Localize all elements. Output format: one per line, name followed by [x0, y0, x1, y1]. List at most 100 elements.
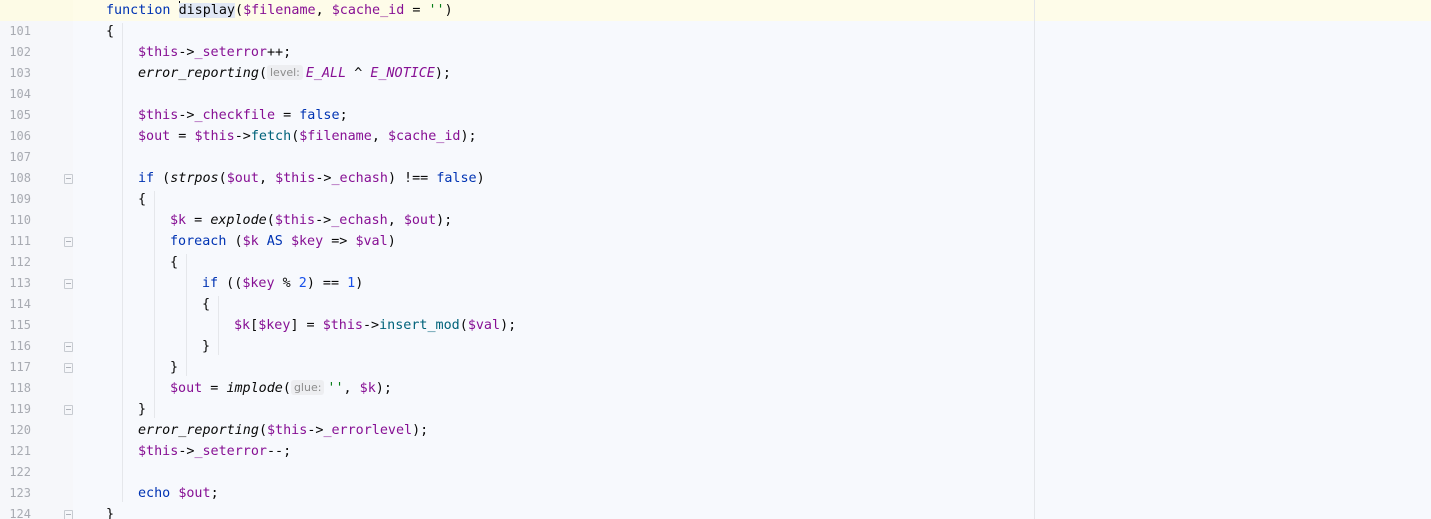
- code-line[interactable]: $out = $this->fetch($filename, $cache_id…: [138, 126, 477, 147]
- code-token: _errorlevel: [323, 423, 413, 438]
- code-line[interactable]: $this->_checkfile = false;: [138, 105, 348, 126]
- code-token: =: [202, 381, 227, 396]
- code-token: (: [258, 66, 267, 81]
- code-token: $this: [274, 213, 316, 228]
- code-token: error_reporting: [138, 423, 259, 438]
- line-number: 111: [9, 234, 31, 248]
- line-number: 108: [9, 171, 31, 185]
- code-token: $this: [138, 45, 179, 60]
- fold-marker-icon[interactable]: [64, 405, 73, 415]
- line-number: 106: [9, 129, 31, 143]
- code-token: $out: [170, 381, 203, 396]
- line-number-gutter[interactable]: 1001011021031041051061071081091101111121…: [0, 0, 73, 519]
- indent-guide: [186, 254, 187, 376]
- fold-marker-icon[interactable]: [64, 279, 73, 289]
- line-number: 112: [9, 255, 31, 269]
- code-token: ,: [258, 171, 276, 186]
- code-line[interactable]: function display($filename, $cache_id = …: [106, 0, 453, 21]
- line-number: 103: [9, 66, 31, 80]
- code-line[interactable]: $out = implode(glue: '', $k);: [170, 378, 392, 399]
- code-line[interactable]: $k[$key] = $this->insert_mod($val);: [234, 315, 516, 336]
- code-token: $k: [234, 318, 251, 333]
- code-token: }: [202, 339, 211, 354]
- code-token: =: [170, 129, 195, 144]
- code-token: _checkfile: [194, 108, 276, 123]
- code-token: ] =: [290, 318, 323, 333]
- code-token: 1: [347, 276, 356, 291]
- code-line[interactable]: {: [106, 21, 114, 42]
- code-token: explode: [210, 213, 267, 228]
- indent-guide: [122, 23, 123, 502]
- code-line[interactable]: {: [138, 189, 146, 210]
- code-line[interactable]: $k = explode($this->_echash, $out);: [170, 210, 452, 231]
- code-token: implode: [226, 381, 283, 396]
- code-token: _echash: [331, 213, 388, 228]
- code-token: (: [258, 423, 267, 438]
- code-token: =: [275, 108, 300, 123]
- code-token: );: [460, 129, 477, 144]
- code-line[interactable]: foreach ($k AS $key => $val): [170, 231, 396, 252]
- code-token: ) ==: [306, 276, 348, 291]
- fold-marker-icon[interactable]: [64, 510, 73, 519]
- code-token: $key: [258, 318, 291, 333]
- code-line[interactable]: error_reporting(level: E_ALL ^ E_NOTICE);: [138, 63, 451, 84]
- code-token: $k: [170, 213, 187, 228]
- code-token: $cache_id: [331, 3, 405, 18]
- code-token: if: [202, 276, 219, 291]
- code-token: (: [282, 381, 291, 396]
- code-line[interactable]: if (strpos($out, $this->_echash) !== fal…: [138, 168, 485, 189]
- code-token: ->: [178, 108, 195, 123]
- code-token: $filename: [299, 129, 372, 144]
- code-line[interactable]: {: [170, 252, 178, 273]
- code-token: echo: [138, 486, 171, 501]
- code-token: =: [404, 3, 429, 18]
- line-number: 124: [9, 507, 31, 519]
- code-token: {: [106, 24, 115, 39]
- code-token: (: [266, 213, 275, 228]
- fold-marker-icon[interactable]: [64, 174, 73, 184]
- line-number: 115: [9, 318, 31, 332]
- code-token: ->: [315, 213, 332, 228]
- code-token: foreach: [170, 234, 227, 249]
- code-line[interactable]: }: [106, 504, 114, 519]
- code-line[interactable]: }: [202, 336, 210, 357]
- code-token: E_ALL: [305, 66, 347, 81]
- code-token: false: [436, 171, 477, 186]
- code-token: $val: [355, 234, 388, 249]
- code-token: $key: [290, 234, 324, 249]
- code-token: '': [428, 3, 445, 18]
- code-line[interactable]: error_reporting($this->_errorlevel);: [138, 420, 428, 441]
- code-editor[interactable]: 1001011021031041051061071081091101111121…: [0, 0, 1431, 519]
- line-number: 109: [9, 192, 31, 206]
- code-token: strpos: [170, 171, 219, 186]
- code-token: '': [327, 381, 344, 396]
- code-line[interactable]: $this->_seterror++;: [138, 42, 291, 63]
- code-token: );: [375, 381, 392, 396]
- code-token: ((: [218, 276, 243, 291]
- code-token: --;: [267, 444, 292, 459]
- code-line[interactable]: $this->_seterror--;: [138, 441, 291, 462]
- code-line[interactable]: }: [170, 357, 178, 378]
- fold-marker-icon[interactable]: [64, 363, 73, 373]
- code-token: (: [226, 234, 243, 249]
- code-line[interactable]: }: [138, 399, 146, 420]
- code-token: $filename: [243, 3, 316, 18]
- code-token: );: [436, 213, 453, 228]
- code-line[interactable]: {: [202, 294, 210, 315]
- code-line[interactable]: if (($key % 2) == 1): [202, 273, 363, 294]
- fold-marker-icon[interactable]: [64, 342, 73, 352]
- code-line[interactable]: echo $out;: [138, 483, 219, 504]
- code-token: $this: [275, 171, 316, 186]
- code-token: $this: [194, 129, 235, 144]
- indent-guide: [154, 191, 155, 418]
- fold-marker-icon[interactable]: [64, 237, 73, 247]
- code-token: [: [250, 318, 259, 333]
- indent-guide: [218, 296, 219, 355]
- code-token: $out: [178, 486, 211, 501]
- line-number: 123: [9, 486, 31, 500]
- code-token: {: [202, 297, 211, 312]
- code-token: $out: [403, 213, 437, 228]
- line-number: 122: [9, 465, 31, 479]
